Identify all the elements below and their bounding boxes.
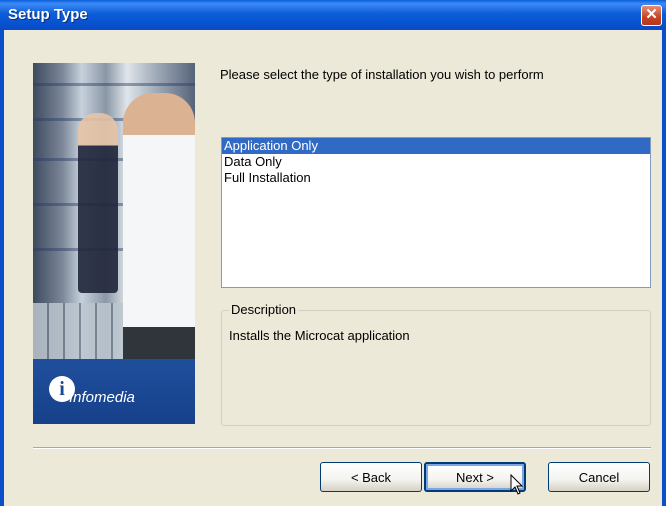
- window-frame-right: [662, 30, 666, 506]
- person-figure: [78, 113, 118, 293]
- mouse-cursor-icon: [510, 474, 524, 495]
- brand-strip: i Infomedia: [33, 359, 195, 424]
- divider: [33, 447, 651, 449]
- close-button[interactable]: ✕: [641, 5, 662, 26]
- description-label: Description: [229, 302, 299, 317]
- cancel-button[interactable]: Cancel: [548, 462, 650, 492]
- instruction-text: Please select the type of installation y…: [220, 67, 544, 82]
- title-bar[interactable]: Setup Type ✕: [0, 0, 666, 30]
- person-figure: [123, 93, 195, 393]
- window-frame-left: [0, 30, 4, 506]
- list-item-full-installation[interactable]: Full Installation: [222, 170, 650, 186]
- description-text: Installs the Microcat application: [229, 328, 410, 343]
- close-icon: ✕: [645, 6, 658, 23]
- shelf-line: [33, 83, 195, 86]
- side-banner-image: i Infomedia: [33, 63, 195, 424]
- window-title: Setup Type: [8, 6, 88, 23]
- list-item-data-only[interactable]: Data Only: [222, 154, 650, 170]
- install-type-list[interactable]: Application Only Data Only Full Installa…: [221, 137, 651, 288]
- brand-name: Infomedia: [69, 389, 135, 406]
- list-item-application-only[interactable]: Application Only: [222, 138, 650, 154]
- back-button[interactable]: < Back: [320, 462, 422, 492]
